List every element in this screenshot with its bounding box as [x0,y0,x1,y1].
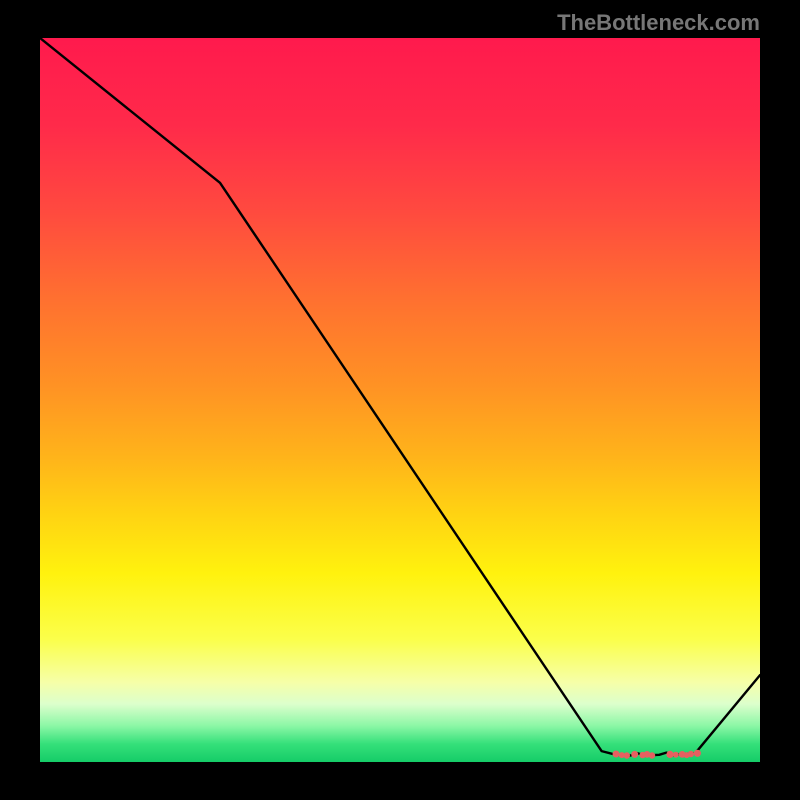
data-point [613,751,620,758]
data-point [624,752,630,758]
plot-area [40,38,760,762]
data-line [40,38,760,756]
data-point [673,752,679,758]
data-point [688,751,694,757]
attribution-label: TheBottleneck.com [557,10,760,36]
data-point [649,752,655,758]
chart-svg [40,38,760,762]
data-point [694,750,701,757]
data-point [631,751,638,758]
data-point [666,751,673,758]
chart-frame: TheBottleneck.com [0,0,800,800]
